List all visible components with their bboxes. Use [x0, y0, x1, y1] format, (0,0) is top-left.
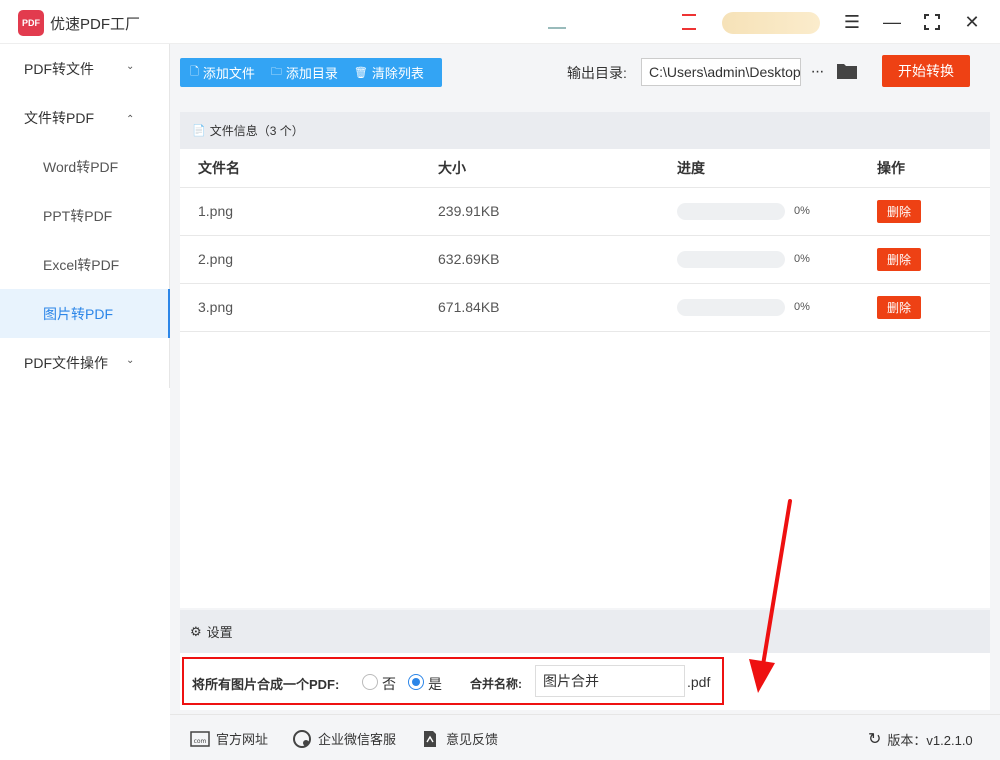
maximize-icon[interactable]: [920, 10, 944, 34]
pdf-extension-label: .pdf: [687, 674, 711, 690]
file-info-title: 文件信息（3 个）: [209, 124, 304, 138]
merge-name-label: 合并名称:: [470, 677, 522, 691]
delete-button[interactable]: 删除: [877, 296, 921, 319]
gear-icon: ⚙: [190, 623, 202, 639]
merge-yes-label: 是: [428, 676, 442, 692]
add-file-label: 添加文件: [202, 66, 255, 81]
file-list-panel: 📄 文件信息（3 个） 文件名 大小 进度 操作 1.png 239.91KB …: [180, 112, 990, 608]
version-info: ↻ 版本：v1.2.1.0: [868, 729, 973, 749]
merge-option-label: 将所有图片合成一个PDF:: [192, 677, 340, 692]
titlebar-icon[interactable]: [548, 15, 566, 29]
merge-options-highlight: 将所有图片合成一个PDF: 否 是 合并名称: .pdf: [182, 657, 724, 705]
official-website-link[interactable]: com 官方网址: [190, 729, 268, 748]
progress-text: 0%: [794, 205, 810, 217]
table-row: 2.png 632.69KB 0% 删除: [180, 236, 990, 284]
chevron-down-icon: ⌄: [126, 355, 135, 366]
title-bar: PDF 优速PDF工厂 ☰ — ✕: [0, 0, 1000, 44]
app-logo-text: PDF: [22, 18, 40, 28]
official-website-label: 官方网址: [216, 732, 269, 747]
sidebar-item-word-to-pdf[interactable]: Word转PDF: [0, 142, 170, 191]
file-icon: 🗋: [190, 66, 199, 78]
sidebar-group-pdf-to-file[interactable]: PDF转文件 ⌄: [0, 44, 170, 93]
column-header-name: 文件名: [198, 160, 240, 176]
progress-bar: [677, 299, 785, 316]
chevron-up-icon: ⌃: [126, 114, 135, 125]
output-dir-label: 输出目录:: [567, 65, 627, 81]
more-options-icon[interactable]: ···: [807, 58, 827, 86]
sidebar-group-label: PDF转文件: [24, 60, 94, 77]
sidebar-group-pdf-operations[interactable]: PDF文件操作 ⌄: [0, 338, 170, 387]
refresh-icon[interactable]: ↻: [868, 729, 881, 749]
table-row: 3.png 671.84KB 0% 删除: [180, 284, 990, 332]
add-directory-button[interactable]: 🗀 添加目录: [261, 63, 344, 82]
file-toolbar: 🗋 添加文件 🗀 添加目录 🗑 清除列表: [180, 58, 442, 87]
progress-bar: [677, 203, 785, 220]
svg-text:com: com: [194, 738, 207, 745]
document-icon: 📄: [192, 125, 206, 137]
table-row: 1.png 239.91KB 0% 删除: [180, 188, 990, 236]
merge-name-input[interactable]: [535, 665, 685, 697]
clear-list-button[interactable]: 🗑 清除列表: [344, 63, 430, 82]
app-logo: PDF: [18, 10, 44, 36]
settings-panel: ⚙ 设置 将所有图片合成一个PDF: 否 是 合并名称: .pdf: [180, 610, 990, 710]
file-name: 1.png: [198, 203, 234, 219]
sidebar-item-label: PPT转PDF: [43, 207, 113, 224]
file-info-header: 📄 文件信息（3 个）: [180, 112, 990, 149]
website-icon: com: [190, 730, 210, 748]
sidebar-item-ppt-to-pdf[interactable]: PPT转PDF: [0, 191, 170, 240]
sidebar-group-label: 文件转PDF: [24, 109, 94, 126]
close-icon[interactable]: ✕: [960, 10, 984, 34]
file-name: 2.png: [198, 251, 234, 267]
file-size: 239.91KB: [438, 203, 500, 219]
sidebar-item-image-to-pdf[interactable]: 图片转PDF: [0, 289, 170, 338]
merge-yes-radio[interactable]: [408, 674, 424, 690]
column-header-progress: 进度: [677, 160, 705, 176]
main-panel: 🗋 添加文件 🗀 添加目录 🗑 清除列表 输出目录: C:\Users\admi…: [170, 44, 1000, 760]
delete-button[interactable]: 删除: [877, 200, 921, 223]
folder-outline-icon: 🗀: [270, 66, 282, 78]
vip-badge[interactable]: [722, 12, 820, 34]
file-size: 671.84KB: [438, 299, 500, 315]
sidebar-item-label: Word转PDF: [43, 158, 119, 175]
version-label: 版本：v1.2.1.0: [887, 732, 973, 748]
table-header: 文件名 大小 进度 操作: [180, 149, 990, 188]
wechat-support-link[interactable]: 企业微信客服: [292, 729, 396, 748]
feedback-link[interactable]: 意见反馈: [420, 729, 498, 748]
sidebar-item-label: Excel转PDF: [43, 256, 120, 273]
sidebar-group-label: PDF文件操作: [24, 354, 108, 371]
menu-icon[interactable]: ☰: [840, 10, 864, 34]
titlebar-badge-icon[interactable]: [682, 14, 696, 30]
sidebar: PDF转文件 ⌄ 文件转PDF ⌃ Word转PDF PPT转PDF Excel…: [0, 44, 170, 388]
clear-list-label: 清除列表: [371, 66, 424, 81]
trash-icon: 🗑: [353, 67, 368, 79]
open-folder-icon[interactable]: [836, 61, 858, 83]
settings-title: 设置: [206, 625, 233, 640]
sidebar-group-file-to-pdf[interactable]: 文件转PDF ⌃: [0, 93, 170, 142]
minimize-icon[interactable]: —: [880, 10, 904, 34]
start-convert-button[interactable]: 开始转换: [882, 55, 970, 87]
settings-header: ⚙ 设置: [180, 610, 990, 653]
chevron-down-icon: ⌄: [126, 61, 135, 72]
sidebar-item-excel-to-pdf[interactable]: Excel转PDF: [0, 240, 170, 289]
feedback-icon: [420, 730, 440, 748]
add-directory-label: 添加目录: [285, 66, 338, 81]
output-dir-field[interactable]: C:\Users\admin\Desktop: [641, 58, 801, 86]
progress-text: 0%: [794, 253, 810, 265]
column-header-size: 大小: [438, 160, 466, 176]
add-file-button[interactable]: 🗋 添加文件: [180, 63, 261, 82]
merge-no-radio[interactable]: [362, 674, 378, 690]
progress-text: 0%: [794, 301, 810, 313]
file-size: 632.69KB: [438, 251, 500, 267]
chat-icon: [292, 729, 312, 748]
footer-bar: com 官方网址 企业微信客服 意见反馈 ↻ 版本：v1.2.1.0: [170, 714, 1000, 760]
file-name: 3.png: [198, 299, 234, 315]
progress-bar: [677, 251, 785, 268]
feedback-label: 意见反馈: [446, 732, 499, 747]
app-title: 优速PDF工厂: [50, 16, 141, 33]
merge-no-label: 否: [382, 676, 396, 692]
sidebar-item-label: 图片转PDF: [43, 305, 113, 322]
column-header-action: 操作: [877, 160, 905, 176]
delete-button[interactable]: 删除: [877, 248, 921, 271]
wechat-support-label: 企业微信客服: [318, 732, 397, 747]
